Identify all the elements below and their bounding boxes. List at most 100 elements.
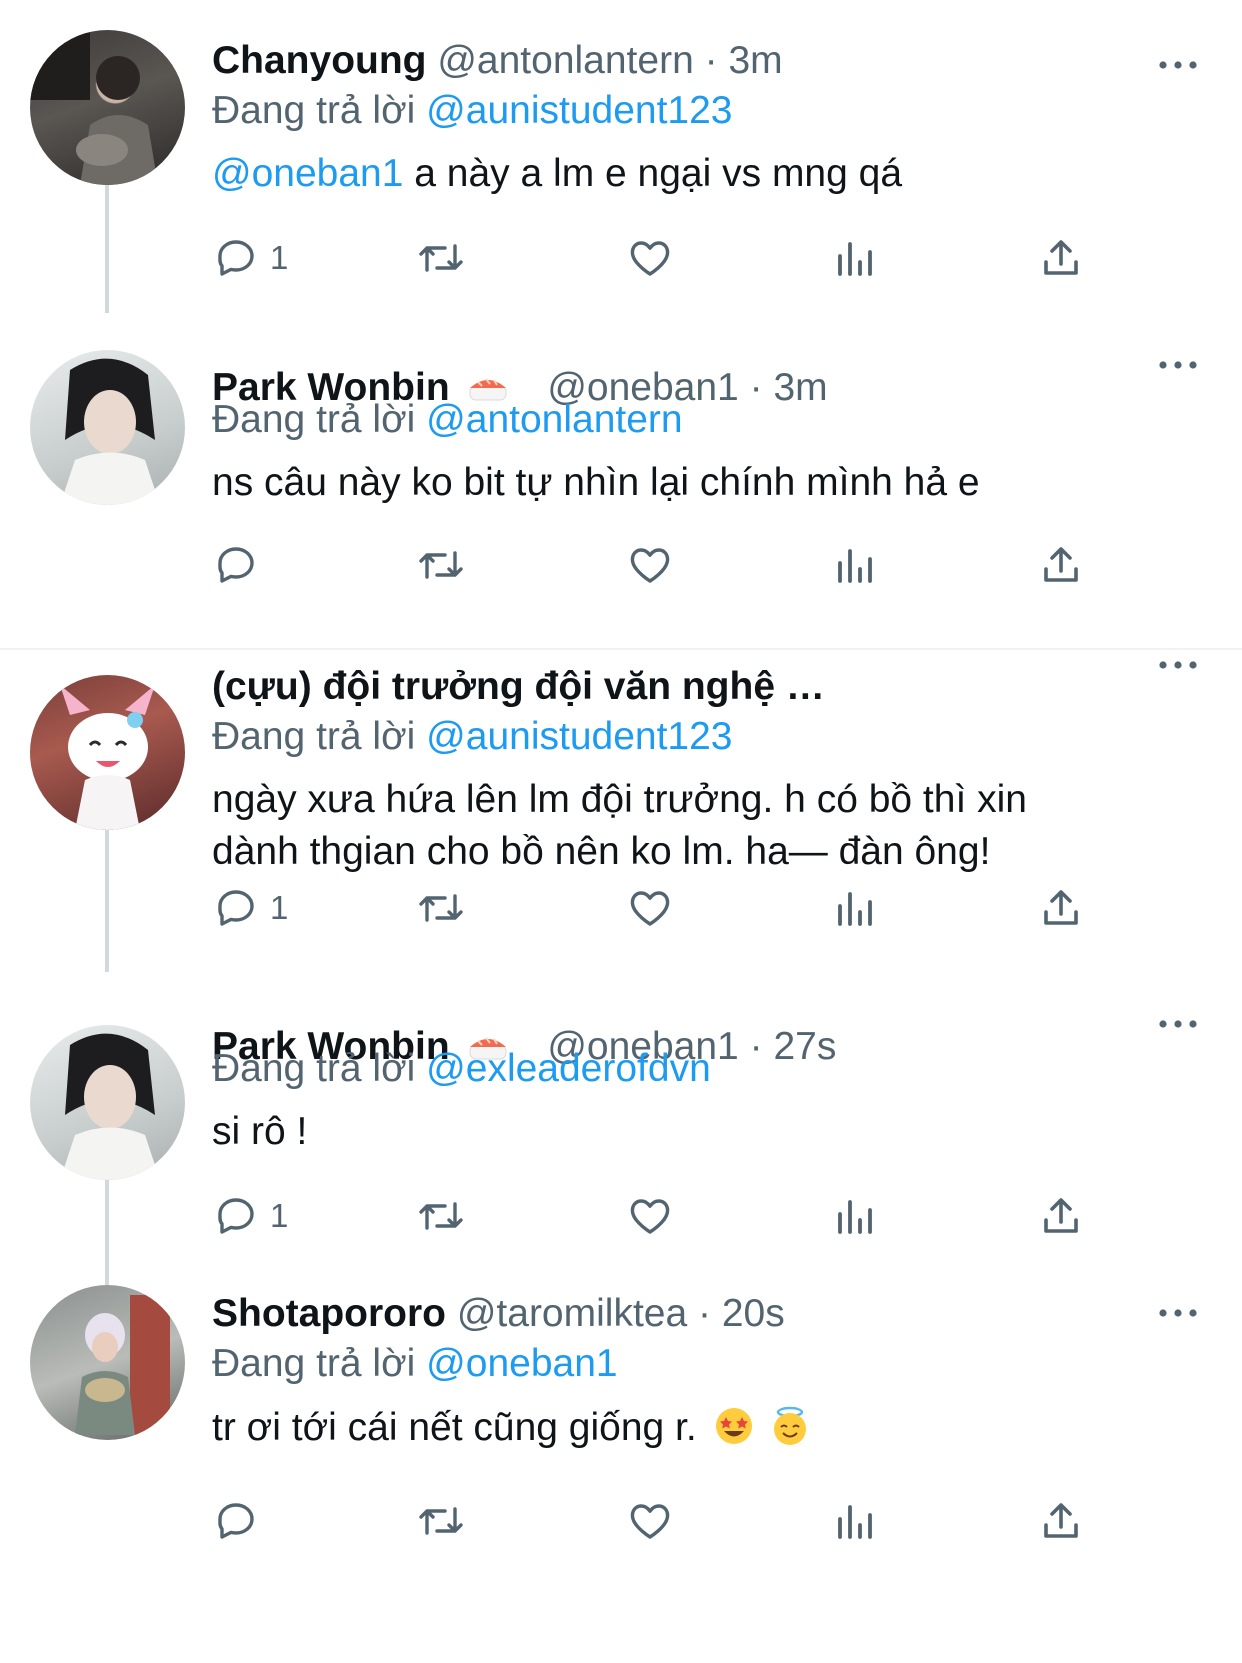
reply-to-link[interactable]: @oneban1 xyxy=(426,1342,617,1385)
share-button[interactable] xyxy=(1037,537,1085,593)
reply-to-link[interactable]: @aunistudent123 xyxy=(426,89,732,132)
tweet-text-line: dành thgian cho bồ nên ko lm. ha— đàn ôn… xyxy=(212,830,991,873)
display-name[interactable]: Chanyoung xyxy=(212,39,426,82)
avatar[interactable] xyxy=(30,30,185,185)
replying-to-label: Đang trả lời xyxy=(212,1047,416,1090)
reply-to-link[interactable]: @aunistudent123 xyxy=(426,715,732,758)
user-handle[interactable]: @antonlantern xyxy=(437,39,693,82)
star-struck-emoji xyxy=(715,1408,752,1444)
like-button[interactable] xyxy=(626,1493,674,1549)
like-icon xyxy=(626,884,674,932)
retweet-button[interactable] xyxy=(417,880,465,936)
timestamp[interactable]: 3m xyxy=(773,366,827,409)
more-icon[interactable] xyxy=(1158,1303,1198,1323)
views-button[interactable] xyxy=(832,230,880,286)
tweet[interactable]: Shotapororo @taromilktea · 20s Đang trả … xyxy=(0,1285,1242,1663)
display-name[interactable]: Shotapororo xyxy=(212,1292,446,1335)
reply-button[interactable]: 1 xyxy=(212,880,288,936)
retweet-icon xyxy=(417,884,465,932)
timestamp[interactable]: 27s xyxy=(773,1025,836,1068)
share-icon xyxy=(1037,1497,1085,1545)
reply-to-link[interactable]: @exleaderofdvn xyxy=(426,1047,711,1090)
tweet[interactable]: Park Wonbin @oneban1 · 3m Đang trả lời @… xyxy=(0,325,1242,650)
like-button[interactable] xyxy=(626,1188,674,1244)
tweet-text-line: ngày xưa hứa lên lm đội trưởng. h có bồ … xyxy=(212,778,1027,821)
action-bar: 1 xyxy=(212,1188,1112,1248)
views-icon xyxy=(832,1497,880,1545)
display-name[interactable]: (cựu) đội trưởng đội văn nghệ … xyxy=(212,665,825,708)
retweet-button[interactable] xyxy=(417,537,465,593)
action-bar: 1 xyxy=(212,230,1112,290)
tweet-text: ngày xưa hứa lên lm đội trưởng. h có bồ … xyxy=(212,774,1027,878)
share-button[interactable] xyxy=(1037,230,1085,286)
retweet-button[interactable] xyxy=(417,1188,465,1244)
more-icon[interactable] xyxy=(1158,355,1198,375)
avatar[interactable] xyxy=(30,675,185,830)
like-icon xyxy=(626,541,674,589)
retweet-icon xyxy=(417,234,465,282)
more-icon[interactable] xyxy=(1158,1014,1198,1034)
reply-icon xyxy=(212,1497,260,1545)
avatar[interactable] xyxy=(30,350,185,505)
user-handle[interactable]: @taromilktea xyxy=(457,1292,687,1335)
avatar[interactable] xyxy=(30,1025,185,1180)
views-icon xyxy=(832,541,880,589)
replying-to-label: Đang trả lời xyxy=(212,398,416,441)
tweet[interactable]: (cựu) đội trưởng đội văn nghệ … Đang trả… xyxy=(0,650,1242,1030)
action-bar xyxy=(212,1493,1112,1553)
tweet[interactable]: Chanyoung @antonlantern · 3m Đang trả lờ… xyxy=(0,0,1242,325)
share-button[interactable] xyxy=(1037,1188,1085,1244)
share-icon xyxy=(1037,234,1085,282)
like-button[interactable] xyxy=(626,880,674,936)
retweet-icon xyxy=(417,1497,465,1545)
share-button[interactable] xyxy=(1037,880,1085,936)
timestamp[interactable]: 3m xyxy=(728,39,782,82)
share-icon xyxy=(1037,1192,1085,1240)
like-icon xyxy=(626,234,674,282)
separator: · xyxy=(749,1025,763,1068)
reply-icon xyxy=(212,234,260,282)
views-button[interactable] xyxy=(832,880,880,936)
action-bar: 1 xyxy=(212,880,1112,940)
like-button[interactable] xyxy=(626,230,674,286)
retweet-button[interactable] xyxy=(417,230,465,286)
avatar-photo xyxy=(75,1295,170,1435)
tweet-text: tr ơi tới cái nết cũng giống r. xyxy=(212,1402,810,1454)
reply-to-link[interactable]: @antonlantern xyxy=(426,398,682,441)
more-icon[interactable] xyxy=(1158,655,1198,675)
views-icon xyxy=(832,1192,880,1240)
views-button[interactable] xyxy=(832,1493,880,1549)
more-icon[interactable] xyxy=(1158,55,1198,75)
like-icon xyxy=(626,1497,674,1545)
replying-to-label: Đang trả lời xyxy=(212,1342,416,1385)
avatar[interactable] xyxy=(30,1285,185,1440)
share-icon xyxy=(1037,884,1085,932)
reply-button[interactable]: 1 xyxy=(212,230,288,286)
avatar-photo xyxy=(60,1033,160,1180)
mention-link[interactable]: @oneban1 xyxy=(212,152,403,195)
reply-count: 1 xyxy=(270,1197,289,1234)
like-icon xyxy=(626,1192,674,1240)
views-icon xyxy=(832,884,880,932)
separator: · xyxy=(749,366,763,409)
views-button[interactable] xyxy=(832,1188,880,1244)
reply-button[interactable] xyxy=(212,537,270,593)
reply-icon xyxy=(212,884,260,932)
tweet-text: @oneban1 a này a lm e ngại vs mng qá xyxy=(212,148,902,200)
avatar-photo xyxy=(30,30,158,185)
views-button[interactable] xyxy=(832,537,880,593)
views-icon xyxy=(832,234,880,282)
reply-icon xyxy=(212,1192,260,1240)
avatar-photo xyxy=(60,685,155,830)
share-icon xyxy=(1037,541,1085,589)
tweet-text: ns câu này ko bit tự nhìn lại chính mình… xyxy=(212,461,980,504)
separator: · xyxy=(704,39,718,82)
share-button[interactable] xyxy=(1037,1493,1085,1549)
reply-button[interactable]: 1 xyxy=(212,1188,288,1244)
reply-button[interactable] xyxy=(212,1493,270,1549)
timestamp[interactable]: 20s xyxy=(722,1292,785,1335)
avatar-photo xyxy=(60,358,160,505)
retweet-button[interactable] xyxy=(417,1493,465,1549)
separator: · xyxy=(698,1292,711,1335)
like-button[interactable] xyxy=(626,537,674,593)
